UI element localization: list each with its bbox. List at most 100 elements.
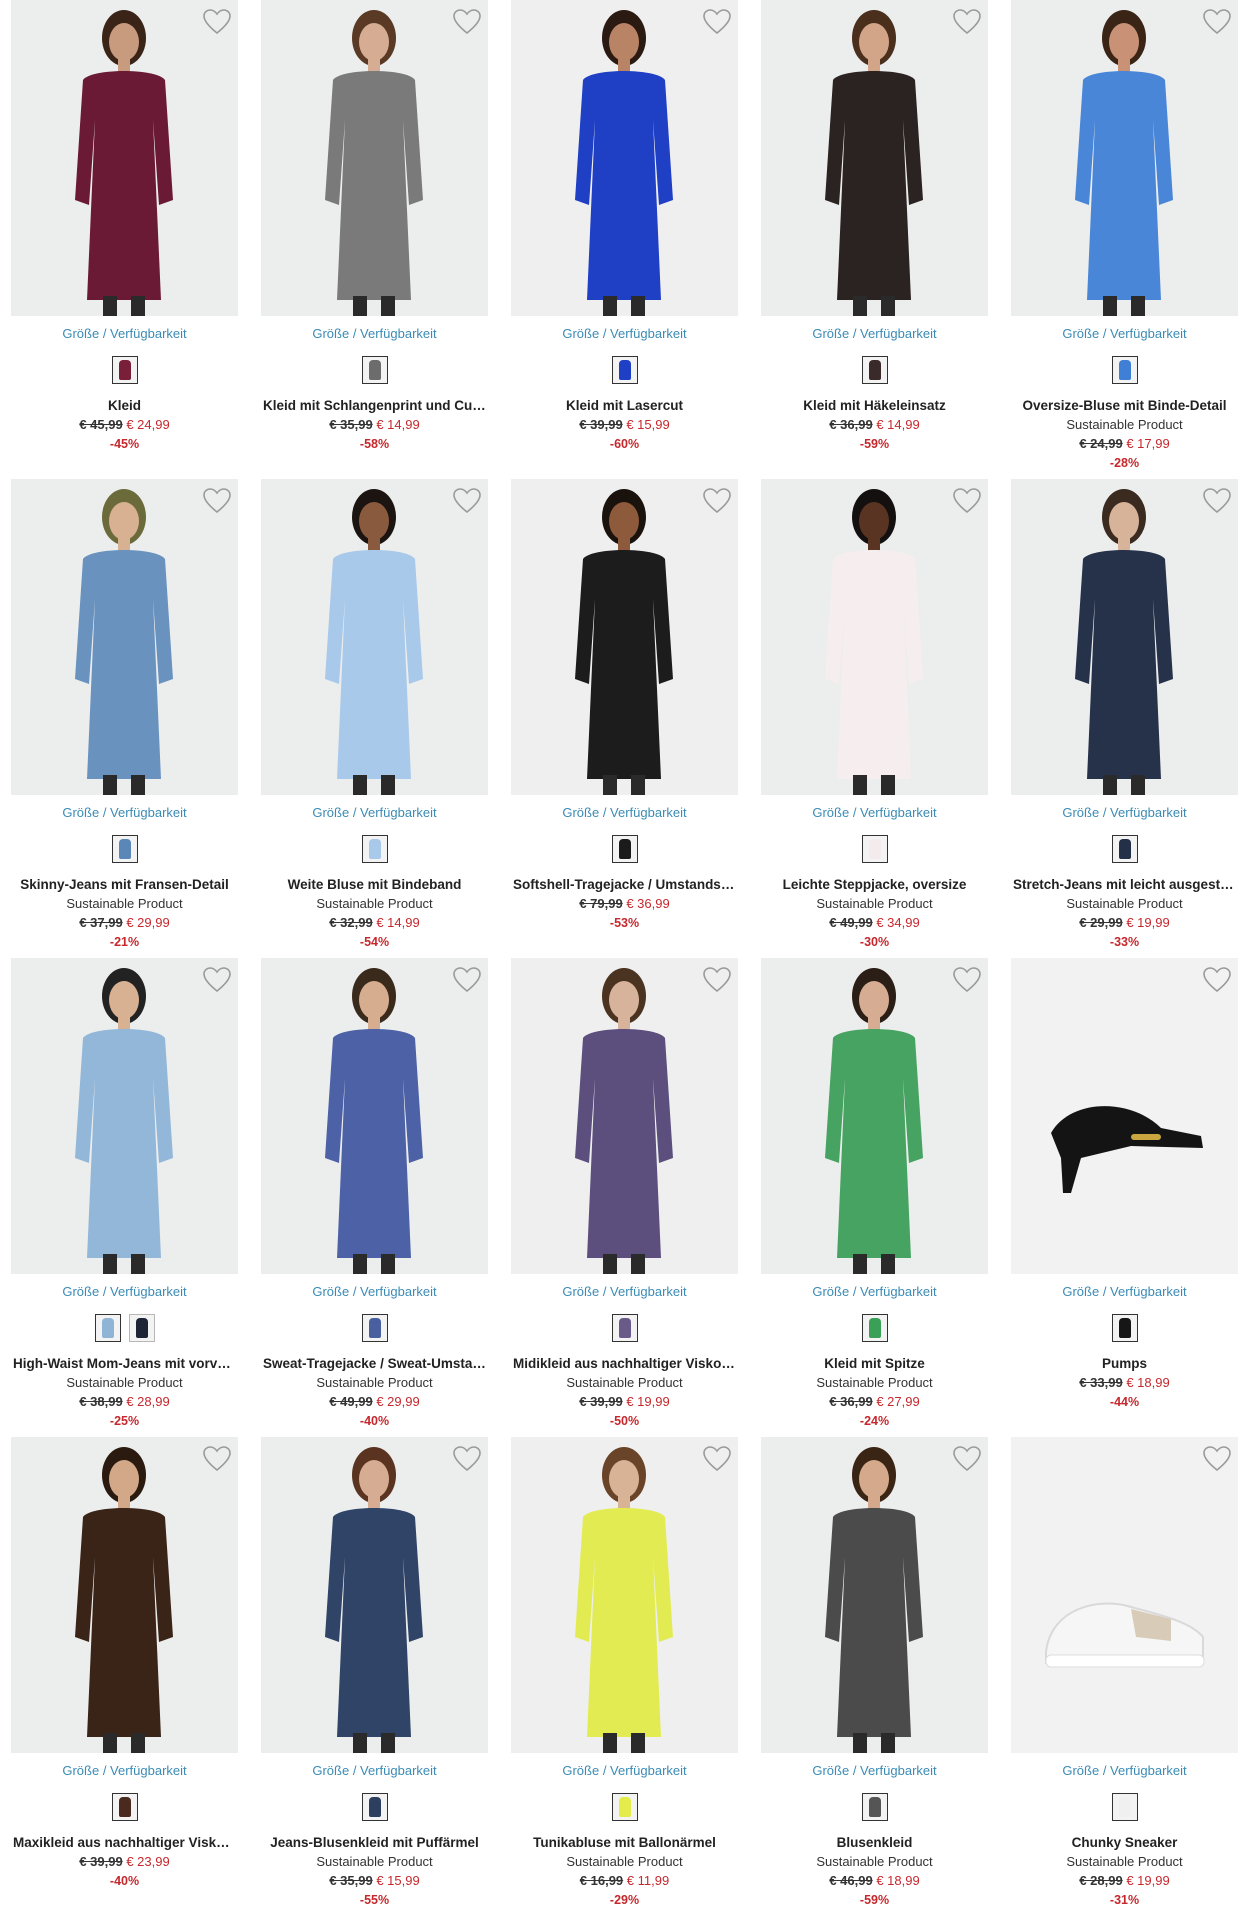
- product-name[interactable]: Kleid mit Spitze: [761, 1354, 988, 1373]
- size-availability-link[interactable]: Größe / Verfügbarkeit: [11, 1763, 238, 1778]
- color-swatch[interactable]: [1111, 1793, 1138, 1821]
- color-swatch[interactable]: [611, 1793, 638, 1821]
- product-image[interactable]: [261, 479, 488, 795]
- product-name[interactable]: Kleid mit Lasercut: [511, 396, 738, 415]
- wishlist-heart-icon[interactable]: [1202, 8, 1232, 36]
- wishlist-heart-icon[interactable]: [452, 1445, 482, 1473]
- wishlist-heart-icon[interactable]: [702, 487, 732, 515]
- size-availability-link[interactable]: Größe / Verfügbarkeit: [511, 1763, 738, 1778]
- product-name[interactable]: Tunikabluse mit Ballonärmel: [511, 1833, 738, 1852]
- wishlist-heart-icon[interactable]: [702, 8, 732, 36]
- size-availability-link[interactable]: Größe / Verfügbarkeit: [511, 1284, 738, 1299]
- product-name[interactable]: Pumps: [1011, 1354, 1238, 1373]
- product-card[interactable]: Größe / Verfügbarkeit Weite Bluse mit Bin…: [261, 479, 488, 949]
- size-availability-link[interactable]: Größe / Verfügbarkeit: [11, 805, 238, 820]
- color-swatch[interactable]: [111, 1793, 138, 1821]
- product-image[interactable]: [511, 958, 738, 1274]
- product-image[interactable]: [1011, 0, 1238, 316]
- wishlist-heart-icon[interactable]: [452, 8, 482, 36]
- size-availability-link[interactable]: Größe / Verfügbarkeit: [261, 805, 488, 820]
- wishlist-heart-icon[interactable]: [702, 966, 732, 994]
- wishlist-heart-icon[interactable]: [952, 8, 982, 36]
- wishlist-heart-icon[interactable]: [452, 487, 482, 515]
- color-swatch[interactable]: [111, 356, 138, 384]
- product-name[interactable]: Kleid mit Häkeleinsatz: [761, 396, 988, 415]
- color-swatch[interactable]: [361, 356, 388, 384]
- product-card[interactable]: Größe / Verfügbarkeit Kleid € 45,99 € 24,9…: [11, 0, 238, 470]
- product-name[interactable]: Stretch-Jeans mit leicht ausgestell…: [1011, 875, 1238, 894]
- color-swatch[interactable]: [361, 1314, 388, 1342]
- product-image[interactable]: [261, 1437, 488, 1753]
- product-image[interactable]: [11, 958, 238, 1274]
- product-card[interactable]: Größe / Verfügbarkeit Sweat-Tragejacke / …: [261, 958, 488, 1428]
- product-card[interactable]: Größe / Verfügbarkeit Kleid mit Spitze Sus…: [761, 958, 988, 1428]
- size-availability-link[interactable]: Größe / Verfügbarkeit: [11, 1284, 238, 1299]
- color-swatch[interactable]: [111, 835, 138, 863]
- product-image[interactable]: [761, 479, 988, 795]
- product-image[interactable]: [761, 1437, 988, 1753]
- size-availability-link[interactable]: Größe / Verfügbarkeit: [511, 326, 738, 341]
- product-image[interactable]: [761, 958, 988, 1274]
- product-name[interactable]: Chunky Sneaker: [1011, 1833, 1238, 1852]
- color-swatch[interactable]: [611, 835, 638, 863]
- product-card[interactable]: Größe / Verfügbarkeit Midikleid aus nachh…: [511, 958, 738, 1428]
- product-name[interactable]: Kleid mit Schlangenprint und Cut-Out: [261, 396, 488, 415]
- size-availability-link[interactable]: Größe / Verfügbarkeit: [261, 1284, 488, 1299]
- product-name[interactable]: Kleid: [11, 396, 238, 415]
- product-image[interactable]: [1011, 479, 1238, 795]
- size-availability-link[interactable]: Größe / Verfügbarkeit: [1011, 805, 1238, 820]
- product-image[interactable]: [1011, 1437, 1238, 1753]
- size-availability-link[interactable]: Größe / Verfügbarkeit: [1011, 1763, 1238, 1778]
- wishlist-heart-icon[interactable]: [202, 8, 232, 36]
- product-card[interactable]: Größe / Verfügbarkeit Jeans-Blusenkleid m…: [261, 1437, 488, 1907]
- size-availability-link[interactable]: Größe / Verfügbarkeit: [11, 326, 238, 341]
- product-image[interactable]: [1011, 958, 1238, 1274]
- size-availability-link[interactable]: Größe / Verfügbarkeit: [1011, 1284, 1238, 1299]
- product-name[interactable]: Maxikleid aus nachhaltiger Viskose: [11, 1833, 238, 1852]
- product-card[interactable]: Größe / Verfügbarkeit Pumps € 33,99 € 18,9…: [1011, 958, 1238, 1428]
- wishlist-heart-icon[interactable]: [952, 487, 982, 515]
- color-swatch[interactable]: [861, 1793, 888, 1821]
- product-name[interactable]: Sweat-Tragejacke / Sweat-Umstand…: [261, 1354, 488, 1373]
- product-card[interactable]: Größe / Verfügbarkeit Skinny-Jeans mit Fr…: [11, 479, 238, 949]
- product-card[interactable]: Größe / Verfügbarkeit Kleid mit Häkeleins…: [761, 0, 988, 470]
- product-image[interactable]: [511, 479, 738, 795]
- size-availability-link[interactable]: Größe / Verfügbarkeit: [761, 326, 988, 341]
- product-card[interactable]: Größe / Verfügbarkeit Leichte Steppjacke,…: [761, 479, 988, 949]
- color-swatch[interactable]: [1111, 835, 1138, 863]
- product-image[interactable]: [11, 479, 238, 795]
- color-swatch[interactable]: [861, 1314, 888, 1342]
- product-name[interactable]: Weite Bluse mit Bindeband: [261, 875, 488, 894]
- product-card[interactable]: Größe / Verfügbarkeit Oversize-Bluse mit …: [1011, 0, 1238, 470]
- product-card[interactable]: Größe / Verfügbarkeit Blusenkleid Sustaina…: [761, 1437, 988, 1907]
- product-name[interactable]: Jeans-Blusenkleid mit Puffärmel: [261, 1833, 488, 1852]
- color-swatch[interactable]: [1111, 1314, 1138, 1342]
- product-card[interactable]: Größe / Verfügbarkeit Chunky Sneaker Susta…: [1011, 1437, 1238, 1907]
- product-image[interactable]: [261, 0, 488, 316]
- color-swatch[interactable]: [861, 835, 888, 863]
- product-image[interactable]: [761, 0, 988, 316]
- product-name[interactable]: Oversize-Bluse mit Binde-Detail: [1011, 396, 1238, 415]
- color-swatch[interactable]: [861, 356, 888, 384]
- product-name[interactable]: High-Waist Mom-Jeans mit vorverle…: [11, 1354, 238, 1373]
- wishlist-heart-icon[interactable]: [1202, 487, 1232, 515]
- color-swatch[interactable]: [128, 1314, 155, 1342]
- product-card[interactable]: Größe / Verfügbarkeit Kleid mit Lasercut €…: [511, 0, 738, 470]
- size-availability-link[interactable]: Größe / Verfügbarkeit: [1011, 326, 1238, 341]
- product-image[interactable]: [11, 1437, 238, 1753]
- wishlist-heart-icon[interactable]: [1202, 966, 1232, 994]
- product-image[interactable]: [511, 1437, 738, 1753]
- product-card[interactable]: Größe / Verfügbarkeit Softshell-Tragejack…: [511, 479, 738, 949]
- product-name[interactable]: Skinny-Jeans mit Fransen-Detail: [11, 875, 238, 894]
- product-name[interactable]: Softshell-Tragejacke / Umstandsjacke: [511, 875, 738, 894]
- product-card[interactable]: Größe / Verfügbarkeit Tunikabluse mit Bal…: [511, 1437, 738, 1907]
- wishlist-heart-icon[interactable]: [452, 966, 482, 994]
- size-availability-link[interactable]: Größe / Verfügbarkeit: [511, 805, 738, 820]
- color-swatch[interactable]: [611, 356, 638, 384]
- size-availability-link[interactable]: Größe / Verfügbarkeit: [261, 326, 488, 341]
- size-availability-link[interactable]: Größe / Verfügbarkeit: [761, 1284, 988, 1299]
- product-name[interactable]: Leichte Steppjacke, oversize: [761, 875, 988, 894]
- size-availability-link[interactable]: Größe / Verfügbarkeit: [761, 805, 988, 820]
- color-swatch[interactable]: [611, 1314, 638, 1342]
- size-availability-link[interactable]: Größe / Verfügbarkeit: [761, 1763, 988, 1778]
